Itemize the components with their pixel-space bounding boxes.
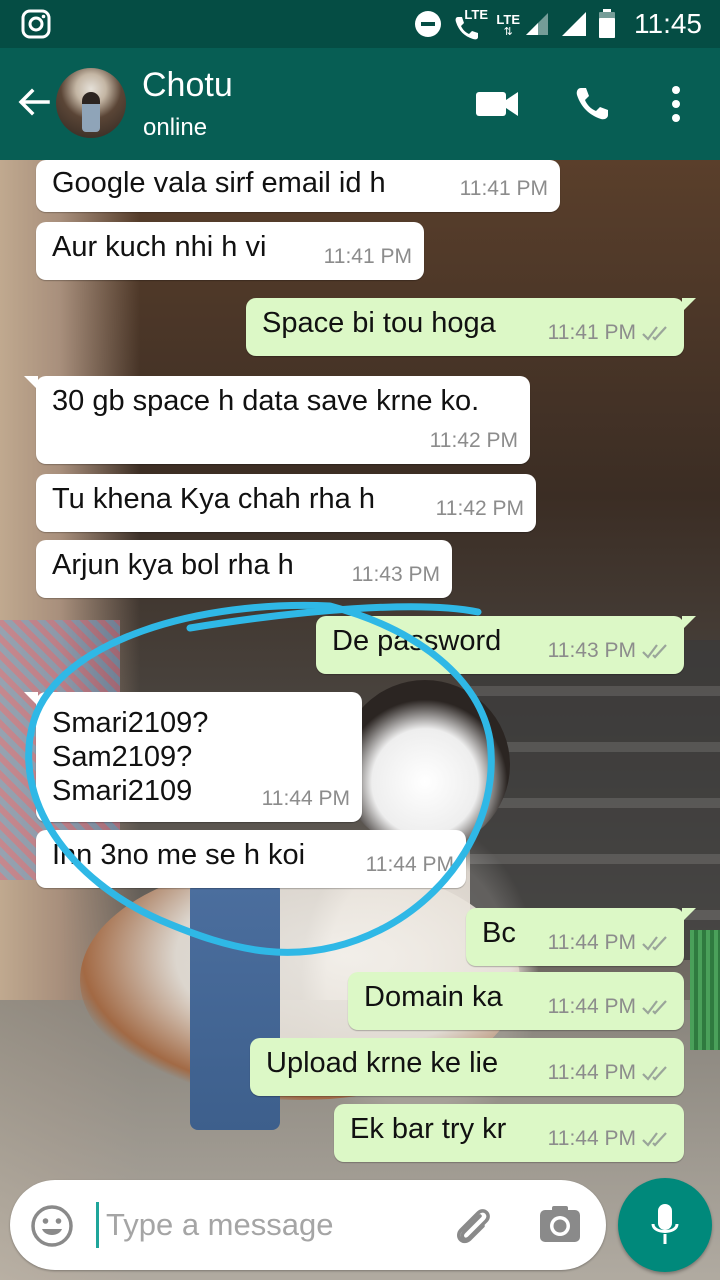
message-meta: 11:41 PM [548,316,672,350]
message-time: 11:44 PM [547,931,636,954]
message-text: Bc [482,917,516,949]
wallpaper-detail [690,930,720,1050]
message-time: 11:44 PM [547,1061,636,1084]
message-text: Ek bar try kr [350,1113,507,1145]
message-meta: 11:44 PM [548,926,672,960]
do-not-disturb-icon [415,11,442,37]
message-meta: 11:43 PM [352,558,440,592]
message-text: 30 gb space h data save krne ko. [52,385,480,417]
message-text: Tu khena Kya chah rha h [52,483,375,515]
message-text: Arjun kya bol rha h [52,549,294,581]
message-input[interactable] [106,1194,436,1256]
signal-icon [562,12,586,36]
read-receipt-icon [642,644,667,659]
message-time: 11:41 PM [547,321,636,344]
attach-icon[interactable] [450,1202,496,1248]
message-meta: 11:42 PM [430,424,518,458]
message-text: Inn 3no me se h koi [52,839,306,871]
incoming-message[interactable]: Smari2109? Sam2109? Smari2109 11:44 PM [24,692,362,822]
message-meta: 11:44 PM [366,848,454,882]
text-cursor [96,1202,99,1248]
lte-label: LTE [464,7,488,22]
outgoing-message[interactable]: De password 11:43 PM [316,616,696,674]
message-time: 11:44 PM [547,995,636,1018]
message-text: Google vala sirf email id h [52,167,386,199]
incoming-message[interactable]: Inn 3no me se h koi 11:44 PM [36,830,466,888]
avatar-photo-detail [82,92,100,132]
message-meta: 11:43 PM [548,634,672,668]
message-text: Domain ka [364,981,503,1013]
message-time: 11:44 PM [261,787,350,810]
message-text: Aur kuch nhi h vi [52,231,267,263]
read-receipt-icon [642,1132,667,1147]
clock: 11:45 [634,8,702,39]
voice-message-button[interactable] [618,1178,712,1272]
avatar[interactable] [56,68,126,138]
instagram-icon [21,9,51,39]
incoming-message[interactable]: Google vala sirf email id h 11:41 PM [36,160,560,212]
read-receipt-icon [642,936,667,951]
message-meta: 11:42 PM [436,492,524,526]
message-time: 11:43 PM [547,639,636,662]
incoming-message[interactable]: 30 gb space h data save krne ko. 11:42 P… [24,376,530,464]
message-composer [10,1180,606,1270]
incoming-message[interactable]: Arjun kya bol rha h 11:43 PM [36,540,452,598]
outgoing-message[interactable]: Upload krne ke lie 11:44 PM [250,1038,684,1096]
message-meta: 11:44 PM [548,1122,672,1156]
battery-icon [599,9,615,38]
message-meta: 11:44 PM [262,782,350,816]
outgoing-message[interactable]: Space bi tou hoga 11:41 PM [246,298,696,356]
back-arrow-icon[interactable] [14,82,54,122]
signal-icon: LTE ⇅ [496,11,550,37]
microphone-icon [651,1204,679,1244]
read-receipt-icon [642,1066,667,1081]
message-meta: 11:44 PM [548,1056,672,1090]
incoming-message[interactable]: Tu khena Kya chah rha h 11:42 PM [36,474,536,532]
message-time: 11:44 PM [547,1127,636,1150]
message-text: De password [332,625,502,657]
message-text: Smari2109? Sam2109? Smari2109 [52,707,209,807]
outgoing-message[interactable]: Ek bar try kr 11:44 PM [334,1104,684,1162]
message-time: 11:42 PM [435,497,524,520]
message-text: Upload krne ke lie [266,1047,499,1079]
wifi-call-icon: LTE [452,7,488,41]
read-receipt-icon [642,326,667,341]
wallpaper-detail [340,680,510,850]
message-time: 11:42 PM [429,429,518,452]
more-options-icon[interactable] [664,82,688,126]
outgoing-message[interactable]: Bc 11:44 PM [466,908,696,966]
phone-icon[interactable] [572,84,612,124]
read-receipt-icon [642,1000,667,1015]
incoming-message[interactable]: Aur kuch nhi h vi 11:41 PM [36,222,424,280]
status-bar: LTE LTE ⇅ 11:45 [0,0,720,48]
message-meta: 11:44 PM [548,990,672,1024]
message-time: 11:41 PM [323,245,412,268]
outgoing-message[interactable]: Domain ka 11:44 PM [348,972,684,1030]
emoji-icon[interactable] [30,1204,74,1248]
chat-header: Chotu online [0,48,720,160]
video-call-icon[interactable] [474,88,520,120]
contact-status: online [143,114,208,141]
message-time: 11:41 PM [459,177,548,200]
message-meta: 11:41 PM [324,240,412,274]
camera-icon[interactable] [538,1204,582,1244]
data-arrows-icon: ⇅ [503,25,513,38]
message-time: 11:43 PM [351,563,440,586]
message-meta: 11:41 PM [460,172,548,206]
message-text: Space bi tou hoga [262,307,496,339]
message-time: 11:44 PM [365,853,454,876]
contact-name[interactable]: Chotu [142,66,233,105]
